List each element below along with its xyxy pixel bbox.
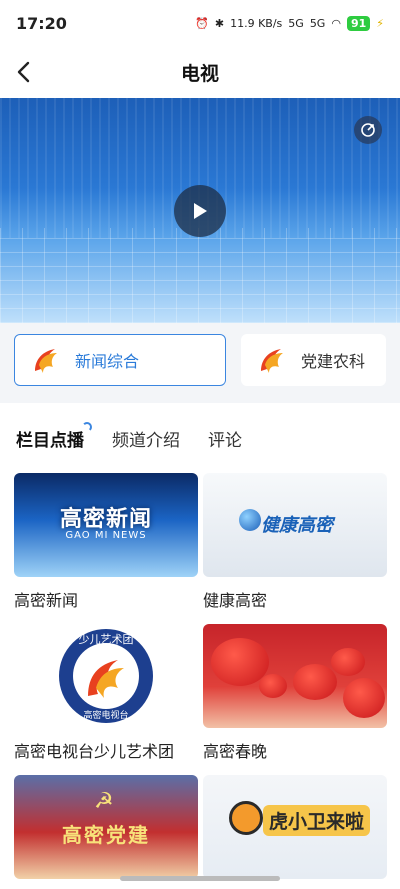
active-tab-indicator: [82, 421, 92, 432]
share-icon: [361, 123, 375, 137]
thumbnail-title: 高密党建: [62, 823, 150, 847]
channel-party[interactable]: 党建农科: [241, 334, 386, 386]
thumbnail-title: 健康高密: [261, 515, 333, 536]
lantern: [331, 648, 365, 676]
alarm-icon: ⏰: [195, 16, 209, 30]
program-card-tiger[interactable]: 虎小卫来啦: [203, 775, 387, 879]
channel-logo-icon: [261, 349, 283, 373]
logo-top-text: 少儿艺术团: [79, 633, 134, 646]
troupe-logo-icon: 少儿艺术团 高密电视台: [59, 629, 153, 723]
program-card-spring-gala[interactable]: 高密春晚: [203, 624, 387, 762]
page-title: 电视: [180, 62, 219, 85]
video-grid-floor: [0, 228, 400, 323]
battery-badge: 91: [346, 15, 371, 31]
net-speed: 11.9 KB/s: [230, 16, 283, 30]
program-title: 高密新闻: [14, 591, 79, 610]
back-button[interactable]: [10, 58, 38, 86]
globe-icon: [239, 509, 261, 531]
channel-news[interactable]: 新闻综合: [14, 334, 226, 386]
tab-channel-intro[interactable]: 频道介绍: [112, 426, 180, 451]
program-thumbnail: [203, 624, 387, 728]
bluetooth-icon: ✱: [214, 16, 225, 30]
lantern: [259, 674, 287, 698]
charging-icon: ⚡: [376, 16, 384, 30]
page-header: 电视: [0, 46, 400, 98]
status-icons: ⏰ ✱ 11.9 KB/s 5G 5G ◠ 91 ⚡: [195, 15, 384, 31]
lantern: [343, 678, 385, 718]
program-title: 高密电视台少儿艺术团: [14, 742, 175, 761]
program-card-health[interactable]: 健康高密 健康高密: [203, 473, 387, 611]
lantern: [293, 664, 337, 700]
program-thumbnail: 健康高密: [203, 473, 387, 577]
channel-party-label: 党建农科: [301, 352, 366, 371]
share-button[interactable]: [354, 116, 382, 144]
tab-comments[interactable]: 评论: [208, 426, 242, 451]
thumbnail-title: 虎小卫来啦: [263, 805, 371, 836]
program-thumbnail: 少儿艺术团 高密电视台: [14, 624, 198, 728]
program-thumbnail: 高密新闻 GAO MI NEWS: [14, 473, 198, 577]
signal-5g-2: 5G: [309, 16, 326, 30]
program-card-art-troupe[interactable]: 少儿艺术团 高密电视台 高密电视台少儿艺术团: [14, 624, 198, 762]
home-indicator[interactable]: [120, 876, 280, 881]
tab-on-demand-label: 栏目点播: [16, 430, 84, 451]
program-title: 高密春晚: [203, 742, 268, 761]
signal-5g-1: 5G: [288, 16, 304, 30]
channel-selector: 新闻综合 党建农科: [0, 323, 400, 403]
tiger-mascot-icon: [229, 801, 263, 835]
party-emblem-icon: ☭: [94, 789, 114, 814]
chevron-left-icon: [17, 61, 30, 83]
status-bar: 17:20 ⏰ ✱ 11.9 KB/s 5G 5G ◠ 91 ⚡: [0, 0, 400, 46]
status-time: 17:20: [16, 13, 67, 33]
play-icon: [194, 203, 207, 219]
thumbnail-title: 高密新闻: [59, 507, 152, 532]
program-card-party-building[interactable]: ☭ 高密党建: [14, 775, 198, 879]
channel-news-label: 新闻综合: [75, 352, 140, 371]
channel-logo-icon: [35, 349, 57, 373]
program-thumbnail: ☭ 高密党建: [14, 775, 198, 879]
program-title: 健康高密: [203, 591, 268, 610]
section-tabs: 栏目点播 频道介绍 评论: [0, 418, 400, 458]
tab-on-demand[interactable]: 栏目点播: [16, 421, 92, 451]
play-button[interactable]: [174, 185, 226, 237]
logo-bottom-text: 高密电视台: [83, 709, 128, 721]
program-card-news[interactable]: 高密新闻 GAO MI NEWS 高密新闻: [14, 473, 198, 611]
program-thumbnail: 虎小卫来啦: [203, 775, 387, 879]
wifi-icon: ◠: [331, 16, 341, 30]
thumbnail-subtitle: GAO MI NEWS: [65, 530, 147, 541]
